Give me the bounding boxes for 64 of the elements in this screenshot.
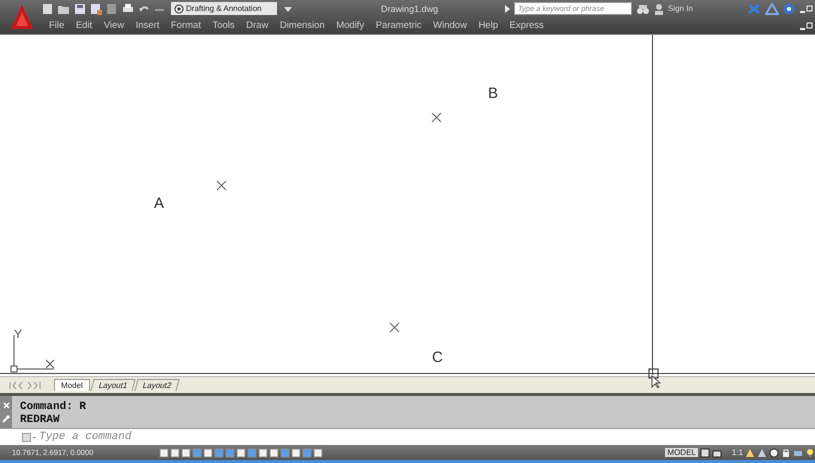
status-toggle-icon[interactable] — [269, 448, 279, 458]
menu-item[interactable]: Draw — [246, 20, 268, 31]
status-toggle-icon[interactable] — [159, 448, 169, 458]
menu-item[interactable]: Dimension — [280, 20, 325, 31]
close-icon[interactable] — [2, 402, 10, 409]
triangle-network-icon[interactable] — [765, 2, 779, 14]
layout-tab[interactable]: Layout1 — [90, 379, 136, 392]
menu-item[interactable]: Window — [433, 20, 467, 31]
status-toggle-icon[interactable] — [236, 448, 246, 458]
status-toggle-icon[interactable] — [280, 448, 290, 458]
expand-arrow-icon[interactable] — [505, 4, 510, 12]
status-toggle-icon[interactable] — [214, 448, 224, 458]
menu-item[interactable]: Format — [170, 20, 201, 31]
status-toggle-icon[interactable] — [181, 448, 191, 458]
save-as-icon[interactable] — [89, 2, 103, 16]
menu-item[interactable]: Tools — [212, 20, 235, 31]
new-file-icon[interactable] — [41, 2, 55, 16]
command-history-line: REDRAW — [20, 414, 61, 427]
point-marker-icon — [389, 322, 400, 333]
layout-tab[interactable]: Model — [54, 379, 90, 392]
command-prompt-icon[interactable] — [22, 432, 36, 442]
point-marker-icon — [431, 112, 442, 123]
command-history-line: Command: R — [20, 400, 86, 414]
document-title: Drawing1.dwg — [381, 4, 440, 14]
menu-item[interactable]: Help — [478, 20, 498, 31]
status-toggle-icon[interactable] — [203, 448, 213, 458]
status-toggle-icon[interactable] — [313, 448, 323, 458]
wrench-icon[interactable] — [2, 414, 10, 423]
binoculars-icon[interactable] — [636, 2, 650, 14]
lightbulb-icon[interactable] — [805, 448, 815, 458]
axis-label: Y — [14, 327, 22, 341]
minimize-restore-icon[interactable] — [799, 20, 813, 30]
menu-item[interactable]: View — [104, 20, 124, 31]
point-label: B — [488, 85, 498, 102]
status-toggle-icon[interactable] — [192, 448, 202, 458]
model-space-button[interactable]: MODEL — [665, 448, 698, 458]
status-toggle-icon[interactable] — [225, 448, 235, 458]
minimize-restore-icon[interactable] — [799, 4, 813, 14]
menu-item[interactable]: Insert — [136, 20, 160, 31]
status-toggle-icon[interactable] — [247, 448, 257, 458]
sign-in-link[interactable]: Sign In — [668, 4, 693, 13]
workspace-dropdown[interactable]: Drafting & Annotation — [171, 2, 277, 15]
viewport-icon[interactable] — [700, 448, 710, 458]
status-toggle-icon[interactable] — [170, 448, 180, 458]
annotation-icon[interactable] — [745, 448, 755, 458]
crosshair-cursor-icon — [648, 368, 662, 388]
status-toggle-icon[interactable] — [302, 448, 312, 458]
status-toggle-icon[interactable] — [291, 448, 301, 458]
layout-tab[interactable]: Layout2 — [134, 379, 180, 392]
point-label: C — [432, 349, 443, 366]
save-icon[interactable] — [73, 2, 87, 16]
menu-item[interactable]: Parametric — [376, 20, 422, 31]
lock-icon[interactable] — [781, 448, 791, 458]
layout-icon[interactable] — [712, 448, 722, 458]
point-label: A — [154, 195, 164, 212]
annotation-icon[interactable] — [757, 448, 767, 458]
point-marker-icon — [216, 180, 227, 191]
user-icon[interactable] — [654, 2, 664, 14]
status-toggle-icon[interactable] — [258, 448, 268, 458]
annotation-scale-dropdown[interactable]: 1:1 — [732, 448, 743, 458]
menu-item[interactable]: Modify — [336, 20, 364, 31]
menu-item[interactable]: File — [49, 20, 64, 31]
menu-item[interactable]: Edit — [76, 20, 92, 31]
menu-item[interactable]: Express — [509, 20, 544, 31]
